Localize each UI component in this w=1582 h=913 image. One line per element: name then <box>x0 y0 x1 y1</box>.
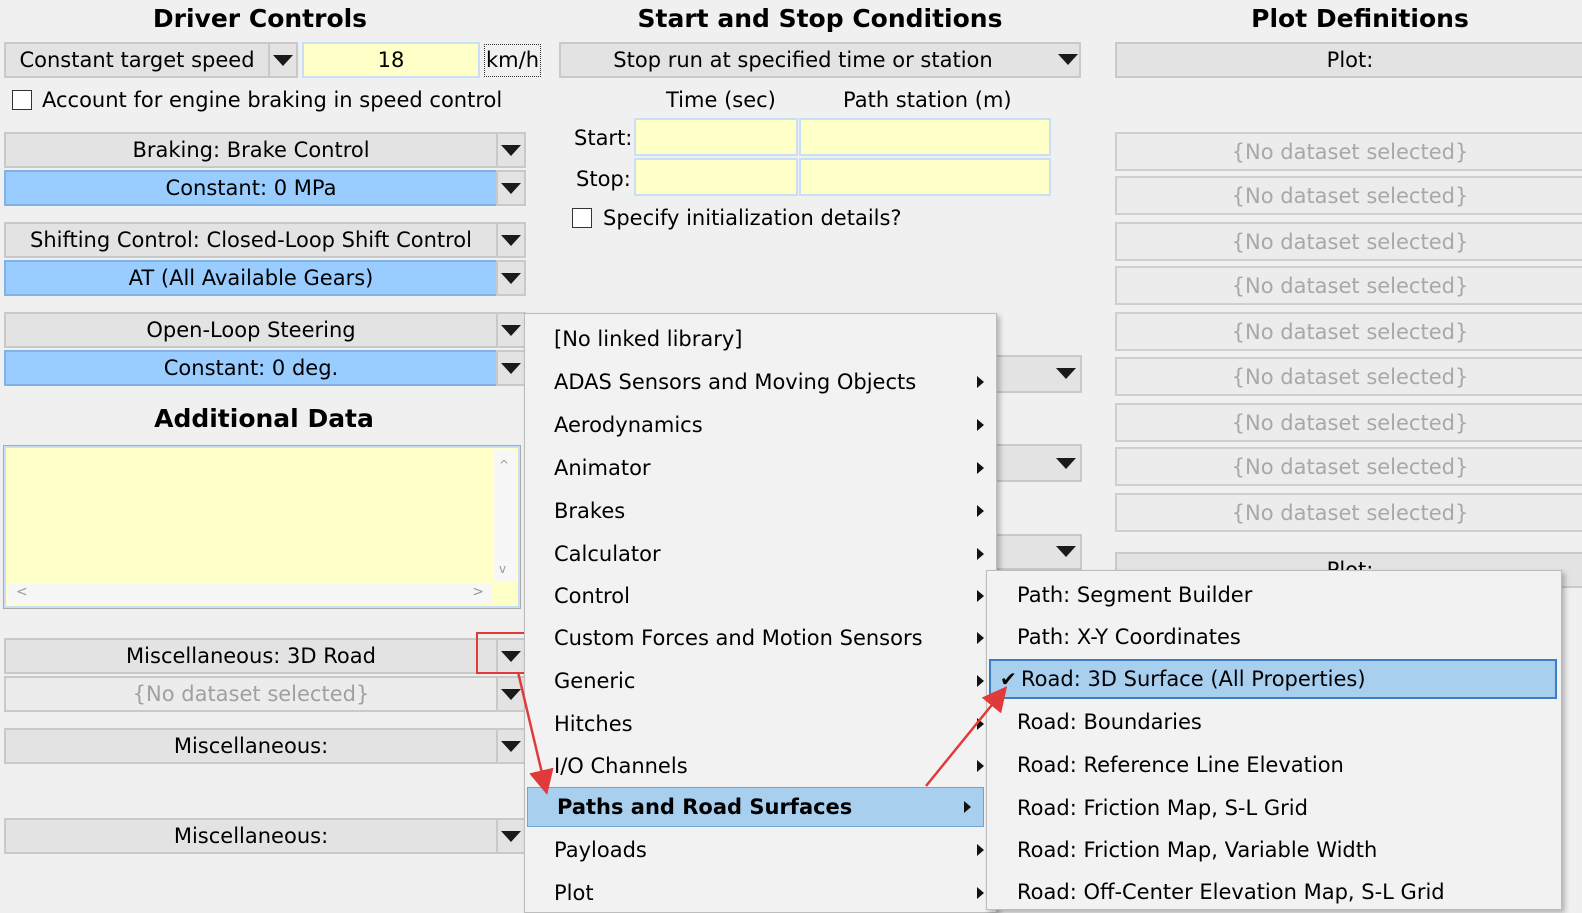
annotation-arrows <box>516 671 1008 795</box>
annotation-arrow-2 <box>925 686 1008 787</box>
annotation-arrow-1 <box>516 671 554 795</box>
